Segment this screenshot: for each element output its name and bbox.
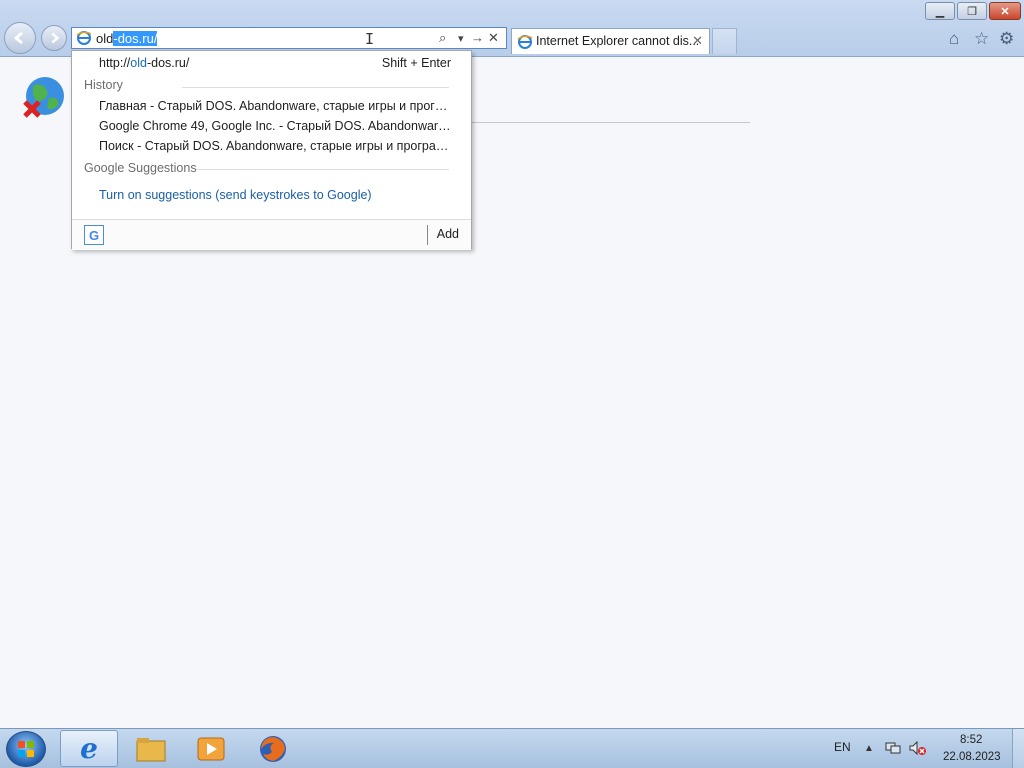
url-match: old: [130, 56, 147, 70]
show-hidden-icons-icon[interactable]: ▲: [864, 743, 874, 754]
turn-on-suggestions-link[interactable]: Turn on suggestions (send keystrokes to …: [99, 188, 372, 202]
history-item[interactable]: Главная - Старый DOS. Abandonware, стары…: [99, 99, 451, 113]
tab-close-icon[interactable]: ✕: [692, 33, 703, 49]
taskbar-media-player[interactable]: [182, 730, 240, 767]
firefox-icon: [260, 735, 286, 762]
close-button[interactable]: ✕: [989, 2, 1021, 20]
url-suggestion[interactable]: http://old-dos.ru/: [99, 56, 189, 70]
forward-arrow-icon: [51, 32, 60, 44]
tab-title: Internet Explorer cannot dis...: [536, 34, 700, 48]
volume-muted-icon[interactable]: [909, 740, 927, 758]
ie-window: ▁ ❐ ✕ old-dos.ru/ I ⌕ ▾ → ✕ Internet Exp…: [0, 0, 1024, 728]
language-indicator[interactable]: EN: [834, 740, 851, 754]
divider: [196, 169, 449, 170]
title-bar: ▁ ❐ ✕ old-dos.ru/ I ⌕ ▾ → ✕ Internet Exp…: [0, 0, 1024, 57]
home-icon[interactable]: ⌂: [949, 29, 959, 49]
media-player-icon: [197, 737, 225, 760]
divider: [427, 225, 428, 245]
chevron-down-icon[interactable]: ▾: [458, 32, 464, 45]
tab-current[interactable]: Internet Explorer cannot dis... ✕: [511, 28, 710, 54]
minimize-button[interactable]: ▁: [925, 2, 955, 20]
new-tab-button[interactable]: [712, 28, 737, 54]
error-globe-icon: [23, 77, 64, 118]
folder-icon: [136, 737, 166, 761]
back-arrow-icon: [13, 31, 23, 45]
clock-date[interactable]: 22.08.2023: [943, 751, 1001, 763]
search-provider-bar: G Add: [72, 219, 471, 250]
internet-explorer-icon: e: [80, 732, 98, 765]
history-section-label: History: [84, 78, 123, 92]
start-button[interactable]: [6, 731, 46, 767]
forward-button[interactable]: [41, 25, 67, 51]
back-button[interactable]: [4, 22, 36, 54]
stop-icon[interactable]: ✕: [488, 30, 499, 46]
clock-time[interactable]: 8:52: [960, 734, 982, 746]
taskbar-file-explorer[interactable]: [122, 730, 180, 767]
url-prefix: http://: [99, 56, 131, 70]
url-suffix: -dos.ru/: [146, 56, 190, 70]
address-autocomplete-dropdown: http://old-dos.ru/ Shift + Enter History…: [71, 50, 472, 250]
gear-icon[interactable]: ⚙: [999, 29, 1014, 49]
content-divider: [470, 122, 750, 123]
google-search-icon[interactable]: G: [84, 225, 104, 245]
windows-logo-icon: [18, 741, 34, 757]
suggestions-section-label: Google Suggestions: [84, 161, 197, 175]
history-item[interactable]: Google Chrome 49, Google Inc. - Старый D…: [99, 119, 451, 133]
address-autocomplete-selection: -dos.ru/: [113, 31, 158, 46]
restore-button[interactable]: ❐: [957, 2, 987, 20]
ie-page-icon: [517, 35, 533, 49]
divider: [182, 87, 449, 88]
ie-page-icon: [76, 31, 92, 45]
history-item[interactable]: Поиск - Старый DOS. Abandonware, старые …: [99, 139, 451, 153]
address-input[interactable]: old-dos.ru/: [96, 31, 158, 46]
taskbar-internet-explorer[interactable]: e: [60, 730, 118, 767]
taskbar-firefox[interactable]: [244, 730, 302, 767]
favorites-star-icon[interactable]: ☆: [974, 29, 989, 49]
add-provider-button[interactable]: Add: [437, 227, 459, 241]
search-icon[interactable]: ⌕: [439, 30, 446, 46]
address-bar[interactable]: old-dos.ru/ I ⌕ ▾ → ✕: [71, 27, 507, 49]
show-desktop-button[interactable]: [1012, 729, 1024, 768]
go-arrow-icon[interactable]: →: [471, 30, 484, 45]
shortcut-hint: Shift + Enter: [381, 56, 451, 70]
text-cursor-icon: I: [365, 30, 375, 48]
address-typed-text: old: [96, 31, 114, 46]
network-icon[interactable]: [885, 741, 901, 758]
taskbar: e EN ▲ 8:52 22.08.2023: [0, 728, 1024, 768]
